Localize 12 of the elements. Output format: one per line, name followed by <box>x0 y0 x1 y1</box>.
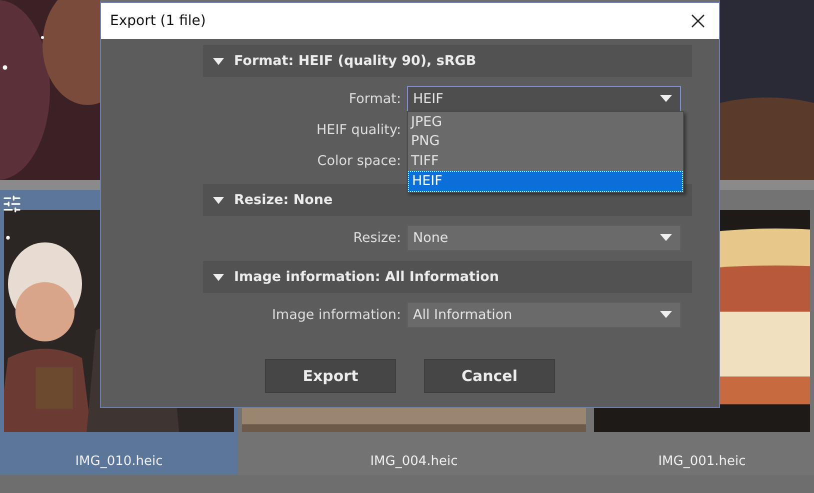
field-label: Resize: <box>352 230 402 246</box>
section-title: Image information: All Information <box>234 269 499 285</box>
file-name: IMG_004.heic <box>370 454 458 469</box>
file-name: IMG_001.heic <box>658 454 746 469</box>
field-label: Format: <box>348 90 402 106</box>
field-label: HEIF quality: <box>316 122 402 138</box>
file-name: IMG_010.heic <box>75 454 163 469</box>
section-title: Resize: None <box>234 192 333 208</box>
field-label: Color space: <box>316 152 402 168</box>
field-label: Image information: <box>270 306 402 322</box>
section-title: Format: HEIF (quality 90), sRGB <box>234 53 476 69</box>
window-title: Export (1 file) <box>110 13 206 29</box>
